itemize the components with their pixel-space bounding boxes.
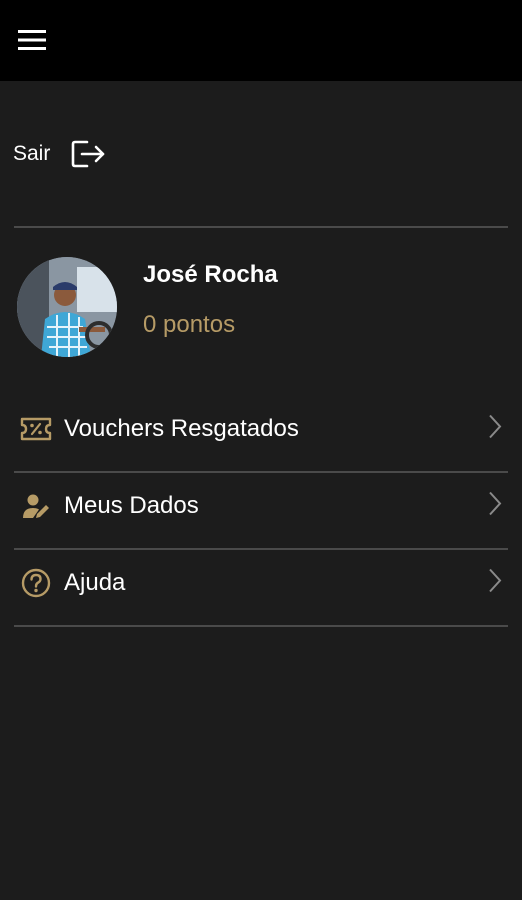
profile-photo [17,257,117,357]
menu-button[interactable] [18,24,58,56]
menu-item-label: Vouchers Resgatados [64,415,299,442]
logout-icon [72,140,105,168]
user-name: José Rocha [143,261,278,288]
drawer-content: Sair José Rocha 0 pontos Vouchers Resgat… [0,81,522,900]
chevron-right-icon [488,414,502,445]
chevron-right-icon [488,491,502,522]
divider [14,226,508,228]
hamburger-menu-icon [18,30,46,50]
voucher-ticket-icon [16,416,56,442]
menu-item-vouchers[interactable]: Vouchers Resgatados [14,399,508,459]
user-edit-icon [16,492,56,520]
logout-label: Sair [13,142,51,165]
menu-item-meus-dados[interactable]: Meus Dados [14,476,508,536]
divider [14,625,508,627]
logout-button[interactable]: Sair [13,136,108,172]
avatar [17,257,117,357]
menu-item-label: Meus Dados [64,492,199,519]
help-circle-icon [16,567,56,599]
menu-item-label: Ajuda [64,569,126,596]
user-points: 0 pontos [143,311,236,338]
chevron-right-icon [488,568,502,599]
divider [14,471,508,473]
divider [14,548,508,550]
top-app-bar [0,0,522,81]
menu-item-ajuda[interactable]: Ajuda [14,553,508,613]
